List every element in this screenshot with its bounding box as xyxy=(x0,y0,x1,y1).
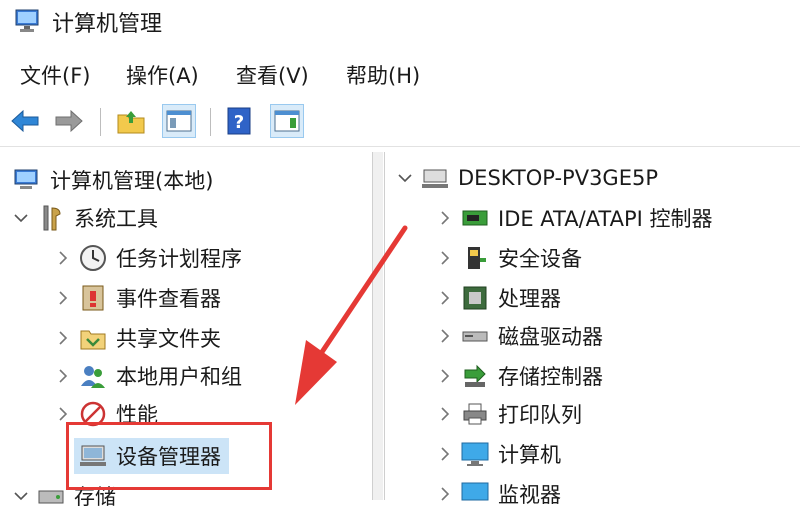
tree-item-root[interactable]: 计算机管理(本地) xyxy=(8,162,213,198)
device-label: IDE ATA/ATAPI 控制器 xyxy=(498,207,713,231)
chevron-right-icon[interactable] xyxy=(434,325,456,347)
tree-item-label: 事件查看器 xyxy=(116,287,221,311)
menu-action[interactable]: 操作(A) xyxy=(126,60,199,90)
chevron-right-icon[interactable] xyxy=(52,365,74,387)
device-category[interactable]: 打印队列 xyxy=(434,396,582,432)
chevron-right-icon[interactable] xyxy=(434,365,456,387)
help-icon: ? xyxy=(227,107,251,135)
chevron-down-icon[interactable] xyxy=(10,485,32,507)
toolbar-separator xyxy=(210,108,211,136)
disk-drive-icon xyxy=(460,321,490,351)
forward-button[interactable] xyxy=(52,104,86,138)
tools-icon xyxy=(36,203,66,233)
back-arrow-icon xyxy=(11,109,39,133)
security-device-icon xyxy=(460,243,490,273)
device-label: 打印队列 xyxy=(498,403,582,427)
folder-up-icon xyxy=(117,111,145,134)
clock-icon xyxy=(78,243,108,273)
display-monitor-icon xyxy=(460,479,490,509)
toolbar: ? xyxy=(0,98,800,147)
users-icon xyxy=(78,361,108,391)
device-category[interactable]: 磁盘驱动器 xyxy=(434,318,603,354)
computer-management-icon xyxy=(12,165,42,195)
tree-item-label: 本地用户和组 xyxy=(116,365,242,389)
computer-tower-icon xyxy=(420,163,450,193)
event-log-icon xyxy=(78,283,108,313)
device-label: 监视器 xyxy=(498,483,561,507)
monitor-icon xyxy=(460,439,490,469)
chevron-right-icon[interactable] xyxy=(434,403,456,425)
tree-item-local-users[interactable]: 本地用户和组 xyxy=(52,358,242,394)
tree-item-system-tools[interactable]: 系统工具 xyxy=(10,200,158,236)
menu-help[interactable]: 帮助(H) xyxy=(346,60,420,90)
tree-item-event-viewer[interactable]: 事件查看器 xyxy=(52,280,221,316)
device-label: DESKTOP-PV3GE5P xyxy=(458,166,659,190)
printer-icon xyxy=(460,399,490,429)
chevron-right-icon[interactable] xyxy=(52,287,74,309)
tree-item-label: 共享文件夹 xyxy=(116,327,221,351)
title-bar: 计算机管理 xyxy=(0,0,800,42)
back-button[interactable] xyxy=(8,104,42,138)
device-label: 安全设备 xyxy=(498,247,582,271)
menu-bar: 文件(F) 操作(A) 查看(V) 帮助(H) xyxy=(0,56,800,92)
device-category[interactable]: IDE ATA/ATAPI 控制器 xyxy=(434,200,713,236)
help-button[interactable]: ? xyxy=(222,104,256,138)
forward-arrow-icon xyxy=(55,109,83,133)
chevron-right-icon[interactable] xyxy=(434,207,456,229)
chevron-right-icon[interactable] xyxy=(434,483,456,505)
device-label: 处理器 xyxy=(498,287,561,311)
device-label: 存储控制器 xyxy=(498,365,603,389)
device-category[interactable]: 处理器 xyxy=(434,280,561,316)
device-category[interactable]: 安全设备 xyxy=(434,240,582,276)
shared-folder-icon xyxy=(78,323,108,353)
console-tree-icon xyxy=(166,110,192,132)
chevron-right-icon[interactable] xyxy=(434,247,456,269)
svg-text:?: ? xyxy=(234,112,244,133)
toolbar-separator xyxy=(100,108,101,136)
window-title: 计算机管理 xyxy=(52,12,163,37)
tree-item-task-scheduler[interactable]: 任务计划程序 xyxy=(52,240,242,276)
storage-icon xyxy=(36,481,66,511)
tree-item-label: 系统工具 xyxy=(74,207,158,231)
chevron-down-icon[interactable] xyxy=(394,167,416,189)
device-label: 计算机 xyxy=(498,443,561,467)
chevron-right-icon[interactable] xyxy=(434,287,456,309)
tree-item-label: 计算机管理(本地) xyxy=(50,169,214,193)
device-label: 磁盘驱动器 xyxy=(498,325,603,349)
menu-file[interactable]: 文件(F) xyxy=(20,60,90,90)
up-folder-button[interactable] xyxy=(114,104,148,138)
device-root-computer[interactable]: DESKTOP-PV3GE5P xyxy=(394,160,658,196)
device-category[interactable]: 计算机 xyxy=(434,436,561,472)
device-category[interactable]: 监视器 xyxy=(434,476,561,512)
ide-controller-icon xyxy=(460,203,490,233)
chevron-right-icon[interactable] xyxy=(434,443,456,465)
chevron-right-icon[interactable] xyxy=(52,247,74,269)
highlight-box xyxy=(66,422,272,490)
chevron-down-icon[interactable] xyxy=(10,207,32,229)
show-hide-action-pane-button[interactable] xyxy=(270,104,304,138)
tree-item-label: 任务计划程序 xyxy=(116,247,242,271)
computer-management-icon xyxy=(15,9,39,32)
device-category[interactable]: 存储控制器 xyxy=(434,358,603,394)
action-pane-icon xyxy=(274,110,300,132)
processor-icon xyxy=(460,283,490,313)
tree-item-shared-folders[interactable]: 共享文件夹 xyxy=(52,320,221,356)
show-hide-console-tree-button[interactable] xyxy=(162,104,196,138)
storage-controller-icon xyxy=(460,361,490,391)
menu-view[interactable]: 查看(V) xyxy=(236,60,309,90)
pane-splitter[interactable] xyxy=(373,152,383,500)
chevron-right-icon[interactable] xyxy=(52,327,74,349)
